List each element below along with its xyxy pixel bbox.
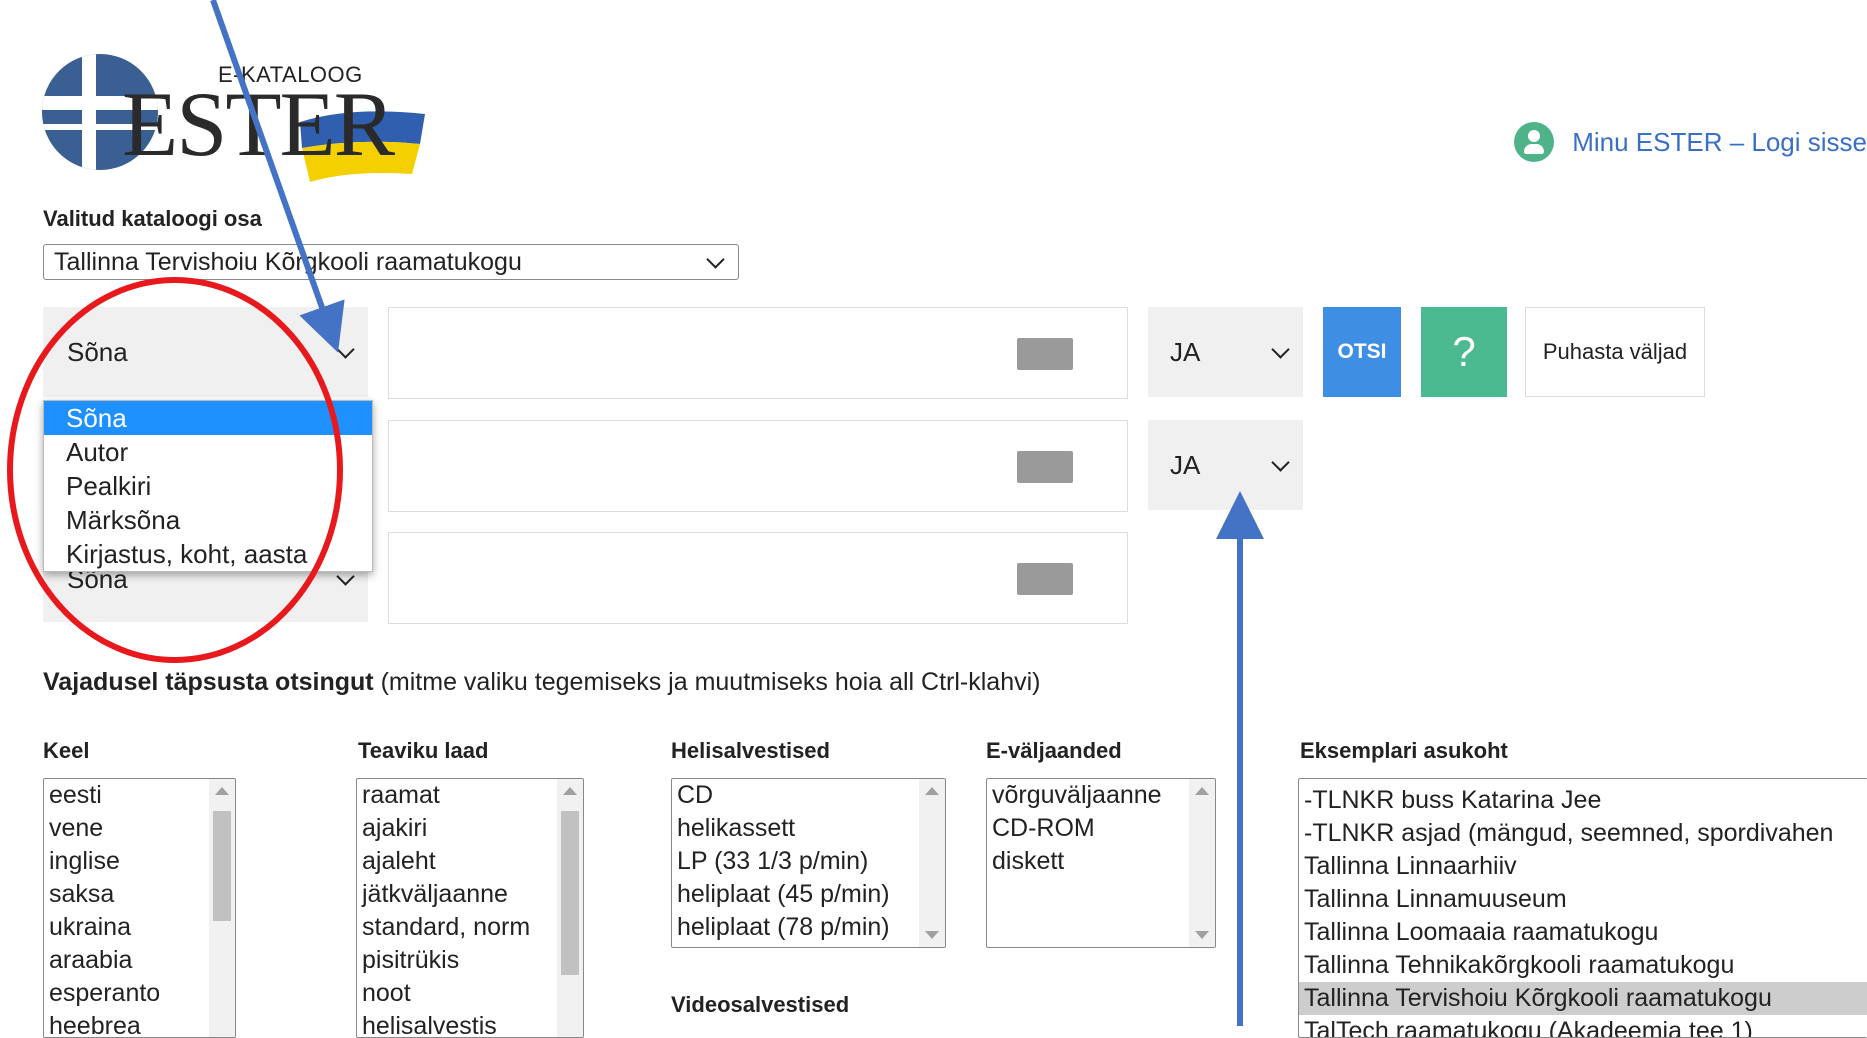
list-item[interactable]: vene xyxy=(44,812,235,845)
list-item[interactable]: diskett xyxy=(987,845,1215,878)
login-link[interactable]: Minu ESTER – Logi sisse xyxy=(1572,127,1867,158)
operator-select-2[interactable]: JA xyxy=(1148,420,1303,510)
catalog-select[interactable]: Tallinna Tervishoiu Kõrgkooli raamatukog… xyxy=(43,244,739,280)
list-item[interactable]: saksa xyxy=(44,878,235,911)
list-item[interactable]: noot xyxy=(357,977,583,1010)
list-item[interactable]: CD xyxy=(672,779,945,812)
scroll-up-icon[interactable] xyxy=(563,787,577,795)
scrollbar[interactable] xyxy=(1189,779,1215,947)
list-item[interactable]: esperanto xyxy=(44,977,235,1010)
refine-bold-text: Vajadusel täpsusta otsingut xyxy=(43,668,374,696)
list-item[interactable]: standard, norm xyxy=(357,911,583,944)
chevron-down-icon xyxy=(1271,453,1290,472)
list-item[interactable]: helisalvestis xyxy=(357,1010,583,1037)
list-item[interactable]: võrguväljaanne xyxy=(987,779,1215,812)
scroll-thumb[interactable] xyxy=(561,811,579,975)
list-item[interactable]: ajaleht xyxy=(357,845,583,878)
keyboard-icon[interactable] xyxy=(1017,563,1073,595)
field-type-dropdown[interactable]: Sõna Autor Pealkiri Märksõna Kirjastus, … xyxy=(43,400,373,572)
search-button[interactable]: OTSI xyxy=(1323,307,1401,397)
chevron-down-icon xyxy=(1271,340,1290,359)
location-listbox[interactable]: -TLNKR buss Katarina Jee -TLNKR asjad (m… xyxy=(1298,778,1867,1038)
electronic-label: E-väljaanded xyxy=(986,738,1122,763)
list-item[interactable]: ajakiri xyxy=(357,812,583,845)
list-item[interactable]: Tallinna Linnamuuseum xyxy=(1299,883,1867,916)
scroll-thumb[interactable] xyxy=(213,811,231,921)
audio-label: Helisalvestised xyxy=(671,738,830,763)
language-label: Keel xyxy=(43,738,90,763)
list-item[interactable]: heliplaat (45 p/min) xyxy=(672,878,945,911)
list-item[interactable]: eesti xyxy=(44,779,235,812)
list-item[interactable]: -TLNKR buss Katarina Jee xyxy=(1299,784,1867,817)
user-icon[interactable] xyxy=(1514,122,1555,162)
scrollbar[interactable] xyxy=(209,779,235,1037)
list-item[interactable]: ukraina xyxy=(44,911,235,944)
dropdown-option-sona[interactable]: Sõna xyxy=(44,401,372,435)
scroll-down-icon[interactable] xyxy=(925,931,939,939)
login-area: Minu ESTER – Logi sisse xyxy=(1514,122,1867,162)
operator-select-1[interactable]: JA xyxy=(1148,307,1303,397)
search-input-2[interactable] xyxy=(388,420,1128,512)
location-label: Eksemplari asukoht xyxy=(1300,738,1508,763)
list-item[interactable]: raamat xyxy=(357,779,583,812)
scroll-up-icon[interactable] xyxy=(215,787,229,795)
catalog-label: Valitud kataloogi osa xyxy=(43,206,262,231)
list-item[interactable]: helikassett xyxy=(672,812,945,845)
catalog-selected-value: Tallinna Tervishoiu Kõrgkooli raamatukog… xyxy=(54,247,522,276)
list-item[interactable]: inglise xyxy=(44,845,235,878)
ester-logo[interactable]: E-KATALOOG ESTER xyxy=(40,52,425,182)
chevron-down-icon xyxy=(706,250,725,269)
audio-listbox[interactable]: CD helikassett LP (33 1/3 p/min) helipla… xyxy=(671,778,946,948)
dropdown-option-kirjastus[interactable]: Kirjastus, koht, aasta xyxy=(44,537,372,571)
material-listbox[interactable]: raamat ajakiri ajaleht jätkväljaanne sta… xyxy=(356,778,584,1038)
field-type-value: Sõna xyxy=(67,336,128,367)
list-item[interactable]: Tallinna Loomaaia raamatukogu xyxy=(1299,916,1867,949)
refine-hint: (mitme valiku tegemiseks ja muutmiseks h… xyxy=(380,668,1041,696)
language-listbox[interactable]: eesti vene inglise saksa ukraina araabia… xyxy=(43,778,236,1038)
chevron-down-icon xyxy=(336,340,355,359)
list-item-selected[interactable]: Tallinna Tervishoiu Kõrgkooli raamatukog… xyxy=(1299,982,1867,1015)
list-item[interactable]: heebrea xyxy=(44,1010,235,1037)
operator-value: JA xyxy=(1170,336,1201,367)
help-button[interactable]: ? xyxy=(1421,307,1507,397)
video-label: Videosalvestised xyxy=(671,992,850,1017)
list-item[interactable]: pisitrükis xyxy=(357,944,583,977)
scroll-up-icon[interactable] xyxy=(1195,787,1209,795)
list-item[interactable]: Tallinna Linnaarhiiv xyxy=(1299,850,1867,883)
dropdown-option-pealkiri[interactable]: Pealkiri xyxy=(44,469,372,503)
list-item[interactable]: LP (33 1/3 p/min) xyxy=(672,845,945,878)
operator-value: JA xyxy=(1170,449,1201,480)
search-input-3[interactable] xyxy=(388,532,1128,624)
material-label: Teaviku laad xyxy=(358,738,489,763)
scrollbar[interactable] xyxy=(919,779,945,947)
logo-title: ESTER xyxy=(122,73,395,175)
refine-heading: Vajadusel täpsusta otsingut (mitme valik… xyxy=(43,668,1041,697)
list-item[interactable]: jätkväljaanne xyxy=(357,878,583,911)
dropdown-option-autor[interactable]: Autor xyxy=(44,435,372,469)
clear-fields-button[interactable]: Puhasta väljad xyxy=(1525,307,1705,397)
list-item[interactable]: araabia xyxy=(44,944,235,977)
list-item[interactable]: Tallinna Tehnikakõrgkooli raamatukogu xyxy=(1299,949,1867,982)
keyboard-icon[interactable] xyxy=(1017,338,1073,370)
electronic-listbox[interactable]: võrguväljaanne CD-ROM diskett xyxy=(986,778,1216,948)
dropdown-option-marksona[interactable]: Märksõna xyxy=(44,503,372,537)
keyboard-icon[interactable] xyxy=(1017,451,1073,483)
search-field-type-1[interactable]: Sõna xyxy=(43,307,368,397)
list-item[interactable]: TalTech raamatukogu (Akadeemia tee 1) xyxy=(1299,1015,1867,1037)
list-item[interactable]: heliplaat (78 p/min) xyxy=(672,911,945,944)
scroll-down-icon[interactable] xyxy=(1195,931,1209,939)
scrollbar[interactable] xyxy=(557,779,583,1037)
list-item[interactable]: -TLNKR asjad (mängud, seemned, spordivah… xyxy=(1299,817,1867,850)
search-input-1[interactable] xyxy=(388,307,1128,399)
scroll-up-icon[interactable] xyxy=(925,787,939,795)
list-item[interactable]: CD-ROM xyxy=(987,812,1215,845)
